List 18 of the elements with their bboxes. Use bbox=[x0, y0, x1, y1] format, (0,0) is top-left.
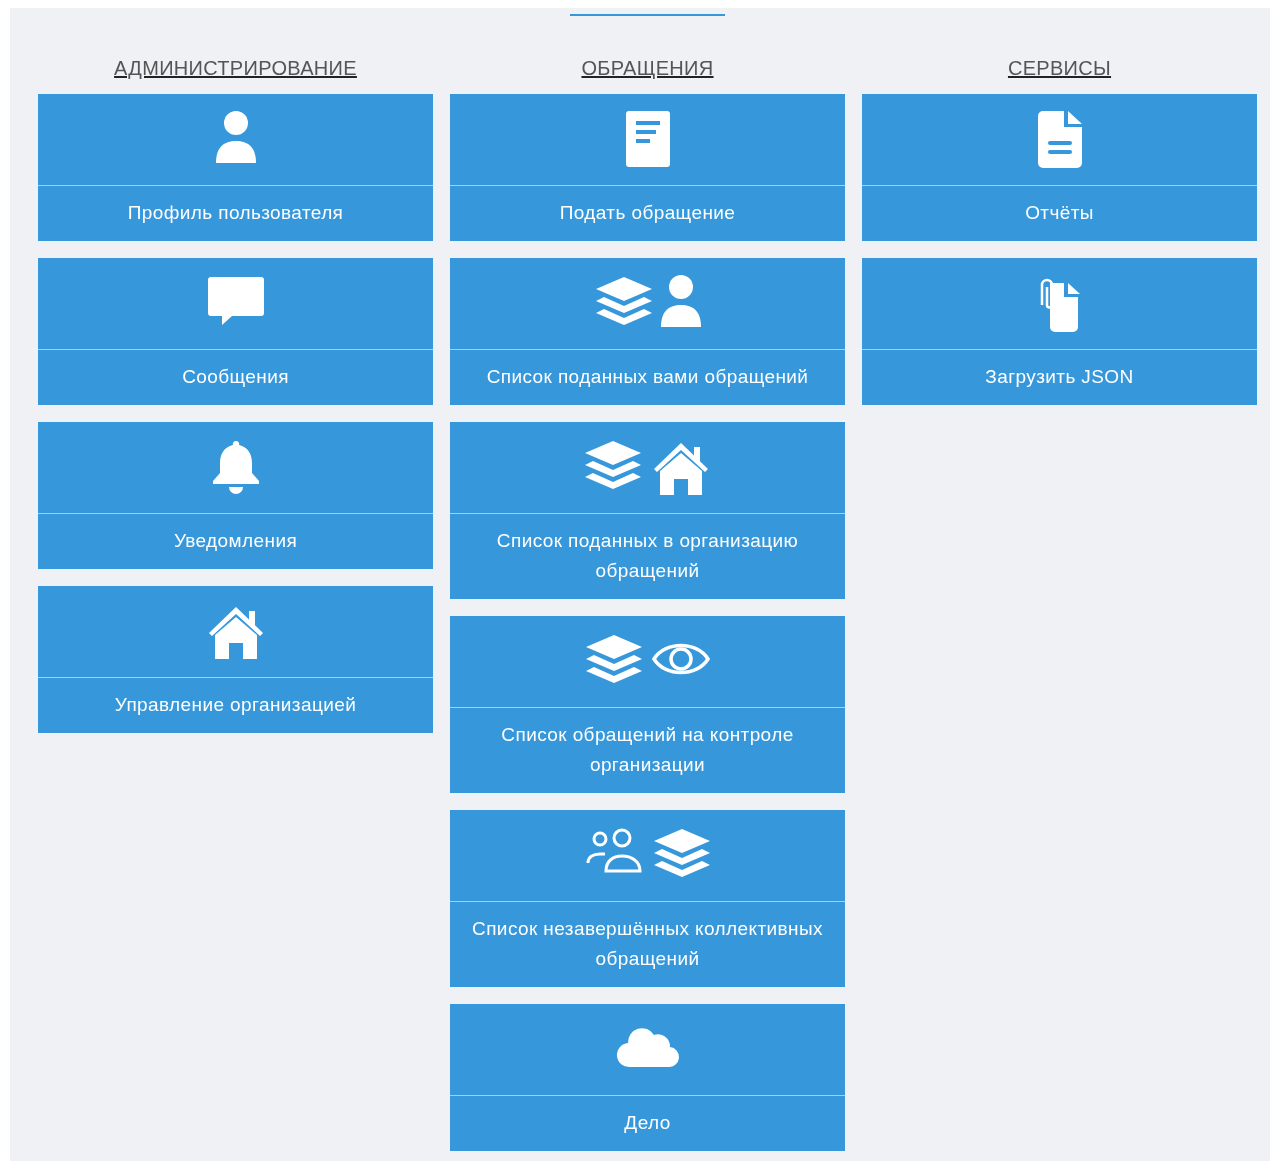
menu-tile[interactable]: Подать обращение bbox=[450, 94, 845, 241]
menu-tile[interactable]: Уведомления bbox=[38, 422, 433, 569]
section-heading-link[interactable]: АДМИНИСТРИРОВАНИЕ bbox=[114, 56, 357, 80]
menu-tile[interactable]: Загрузить JSON bbox=[862, 258, 1257, 405]
menu-tile[interactable]: Список поданных вами обращений bbox=[450, 258, 845, 405]
menu-tile[interactable]: Список поданных в организацию обращений bbox=[450, 422, 845, 599]
bell-icon bbox=[211, 438, 260, 497]
menu-tile[interactable]: Отчёты bbox=[862, 94, 1257, 241]
menu-tile[interactable]: Профиль пользователя bbox=[38, 94, 433, 241]
section-heading-link[interactable]: СЕРВИСЫ bbox=[1007, 56, 1112, 80]
section-heading-link[interactable]: ОБРАЩЕНИЯ bbox=[581, 56, 714, 80]
menu-tile[interactable]: Список незавершённых коллективных обращений bbox=[450, 810, 845, 987]
menu-tile[interactable]: Список обращений на контроле организации bbox=[450, 616, 845, 793]
menu-tile[interactable]: Дело bbox=[450, 1004, 845, 1151]
menu-tile[interactable]: Сообщения bbox=[38, 258, 433, 405]
document-icon bbox=[1037, 110, 1082, 169]
document-icon bbox=[625, 110, 670, 169]
menu-tile[interactable]: Управление организацией bbox=[38, 586, 433, 733]
